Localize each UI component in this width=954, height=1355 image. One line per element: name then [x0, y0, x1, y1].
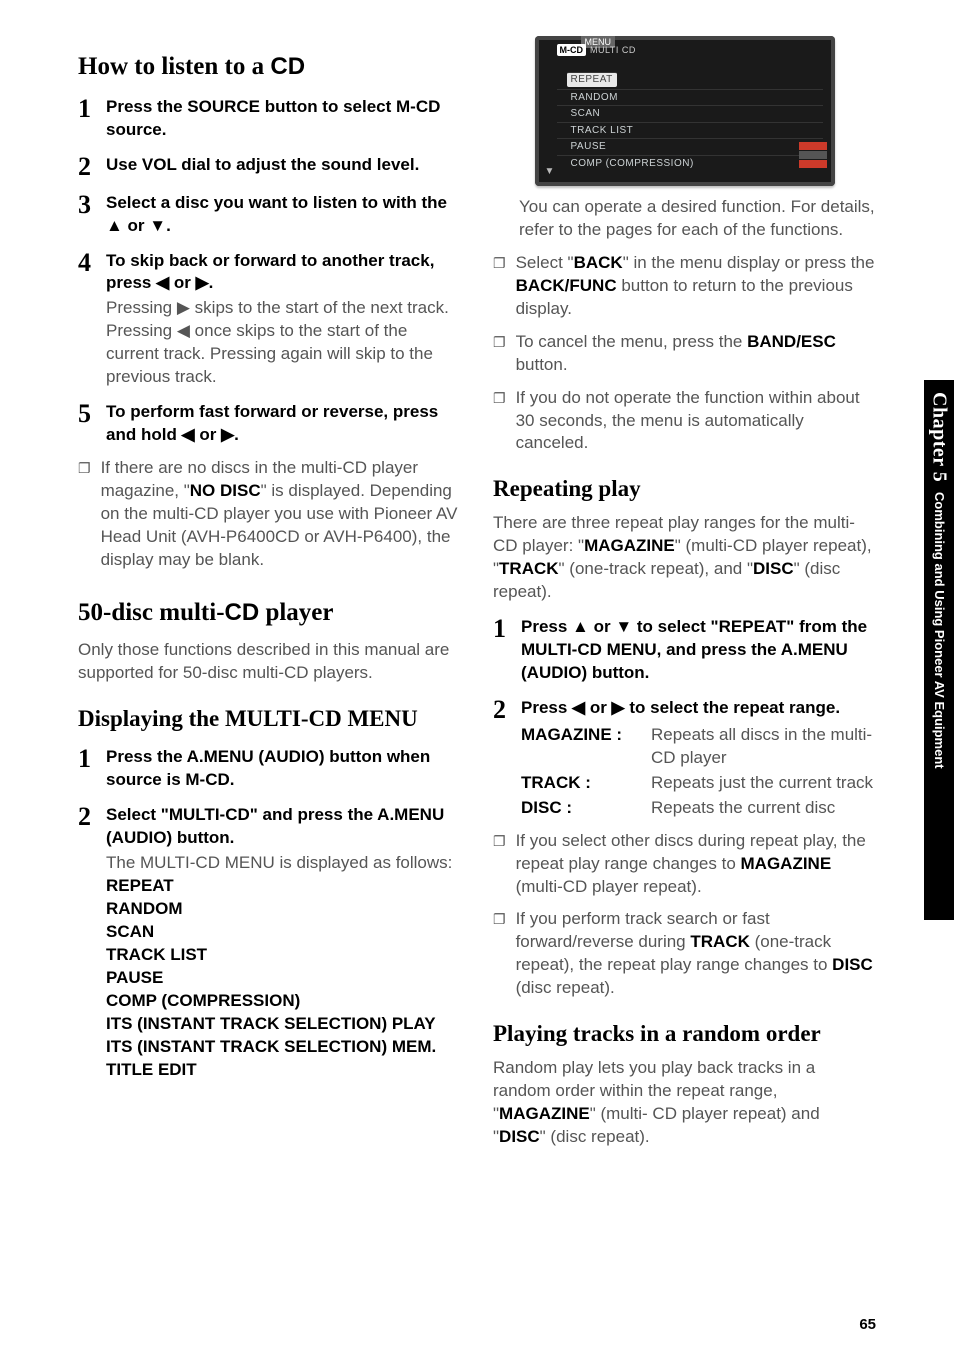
rstep-2: 2 Press ◀ or ▶ to select the repeat rang… — [493, 697, 876, 820]
ss-item: RANDOM — [557, 89, 823, 106]
step-number: 2 — [78, 154, 94, 180]
step-number: 1 — [78, 96, 94, 142]
ss-item: PAUSE — [557, 138, 823, 155]
ss-header: M-CD MULTI CD — [557, 44, 636, 56]
step-number: 1 — [493, 616, 509, 685]
ss-badge: M-CD — [557, 44, 587, 56]
note-text: If there are no discs in the multi-CD pl… — [101, 457, 461, 572]
step-text: Press ▲ or ▼ to select "REPEAT" from the… — [521, 616, 876, 685]
ss-item: REPEAT — [567, 72, 617, 87]
ss-status-icons — [799, 142, 827, 168]
menu-item: COMP (COMPRESSION) — [106, 990, 461, 1013]
heading-text: How to listen to a — [78, 53, 270, 80]
p-50-disc: Only those functions described in this m… — [78, 639, 461, 685]
step-text: To perform fast forward or reverse, pres… — [106, 401, 461, 447]
ss-item: TRACK LIST — [557, 122, 823, 139]
step-number: 4 — [78, 250, 94, 390]
note-back: ❐ Select "BACK" in the menu display or p… — [493, 252, 876, 321]
side-tab: Chapter 5 Combining and Using Pioneer AV… — [924, 380, 954, 920]
page-number: 65 — [859, 1315, 876, 1335]
def-term: TRACK : — [521, 772, 651, 795]
step-text: Press ◀ or ▶ to select the repeat range.… — [521, 697, 876, 820]
p-random: Random play lets you play back tracks in… — [493, 1057, 876, 1149]
heading-display-menu: Displaying the MULTI-CD MENU — [78, 703, 461, 734]
chapter-subtitle: Combining and Using Pioneer AV Equipment — [930, 492, 948, 769]
def-desc: Repeats just the current track — [651, 772, 876, 795]
menu-items-list: REPEAT RANDOM SCAN TRACK LIST PAUSE COMP… — [106, 875, 461, 1081]
def-term: MAGAZINE : — [521, 724, 651, 770]
left-column: How to listen to a CD 1 Press the SOURCE… — [78, 36, 461, 1157]
menu-item: RANDOM — [106, 898, 461, 921]
ss-item: SCAN — [557, 105, 823, 122]
status-icon — [799, 160, 827, 168]
step-number: 3 — [78, 192, 94, 238]
heading-50-disc: 50-disc multi-CD player — [78, 596, 461, 630]
step-number: 5 — [78, 401, 94, 447]
step-number: 2 — [493, 697, 509, 820]
status-icon — [799, 151, 827, 159]
step-3: 3 Select a disc you want to listen to wi… — [78, 192, 461, 238]
menu-item: ITS (INSTANT TRACK SELECTION) PLAY — [106, 1013, 461, 1036]
repeat-steps: 1 Press ▲ or ▼ to select "REPEAT" from t… — [493, 616, 876, 820]
def-row: MAGAZINE : Repeats all discs in the mult… — [521, 724, 876, 770]
note-timeout: ❐ If you do not operate the function wit… — [493, 387, 876, 456]
def-desc: Repeats the current disc — [651, 797, 876, 820]
def-desc: Repeats all discs in the multi-CD player — [651, 724, 876, 770]
def-term: DISC : — [521, 797, 651, 820]
ss-item: COMP (COMPRESSION) — [557, 155, 823, 172]
repeat-defs: MAGAZINE : Repeats all discs in the mult… — [521, 724, 876, 820]
step-text: Use VOL dial to adjust the sound level. — [106, 154, 461, 180]
menu-notes: ❐ Select "BACK" in the menu display or p… — [493, 252, 876, 456]
dstep-1: 1 Press the A.MENU (AUDIO) button when s… — [78, 746, 461, 792]
step-text: Press the SOURCE button to select M-CD s… — [106, 96, 461, 142]
heading-random: Playing tracks in a random order — [493, 1018, 876, 1049]
ss-subtitle: MULTI CD — [590, 44, 636, 56]
repeat-notes: ❐ If you select other discs during repea… — [493, 830, 876, 1001]
step-4: 4 To skip back or forward to another tra… — [78, 250, 461, 390]
p-operate: You can operate a desired function. For … — [493, 196, 876, 242]
step-text: To skip back or forward to another track… — [106, 250, 461, 390]
menu-item: REPEAT — [106, 875, 461, 898]
bullet-icon: ❐ — [493, 387, 506, 456]
bullet-icon: ❐ — [493, 331, 506, 377]
right-column: MENU M-CD MULTI CD REPEAT RANDOM SCAN TR… — [493, 36, 876, 1157]
note-repeat-track: ❐ If you perform track search or fast fo… — [493, 908, 876, 1000]
def-row: TRACK : Repeats just the current track — [521, 772, 876, 795]
note-cancel: ❐ To cancel the menu, press the BAND/ESC… — [493, 331, 876, 377]
menu-item: SCAN — [106, 921, 461, 944]
step-5: 5 To perform fast forward or reverse, pr… — [78, 401, 461, 447]
p-repeat: There are three repeat play ranges for t… — [493, 512, 876, 604]
menu-item: TITLE EDIT — [106, 1059, 461, 1082]
def-row: DISC : Repeats the current disc — [521, 797, 876, 820]
bullet-icon: ❐ — [493, 252, 506, 321]
bullet-icon: ❐ — [493, 830, 506, 899]
step-number: 1 — [78, 746, 94, 792]
listen-steps: 1 Press the SOURCE button to select M-CD… — [78, 96, 461, 447]
note-no-disc: ❐ If there are no discs in the multi-CD … — [78, 457, 461, 572]
note-repeat-disc: ❐ If you select other discs during repea… — [493, 830, 876, 899]
step-number: 2 — [78, 804, 94, 1081]
listen-notes: ❐ If there are no discs in the multi-CD … — [78, 457, 461, 572]
bullet-icon: ❐ — [493, 908, 506, 1000]
heading-repeating: Repeating play — [493, 473, 876, 504]
menu-item: PAUSE — [106, 967, 461, 990]
menu-screenshot: MENU M-CD MULTI CD REPEAT RANDOM SCAN TR… — [535, 36, 835, 186]
heading-cd: CD — [270, 53, 305, 80]
ss-menu-list: REPEAT RANDOM SCAN TRACK LIST PAUSE COMP… — [557, 66, 823, 171]
status-icon — [799, 142, 827, 150]
down-arrow-icon: ▼ — [545, 165, 555, 179]
rstep-1: 1 Press ▲ or ▼ to select "REPEAT" from t… — [493, 616, 876, 685]
step-1: 1 Press the SOURCE button to select M-CD… — [78, 96, 461, 142]
menu-item: ITS (INSTANT TRACK SELECTION) MEM. — [106, 1036, 461, 1059]
step-text: Press the A.MENU (AUDIO) button when sou… — [106, 746, 461, 792]
chapter-label: Chapter 5 — [926, 392, 953, 482]
step-text: Select a disc you want to listen to with… — [106, 192, 461, 238]
menu-item: TRACK LIST — [106, 944, 461, 967]
heading-how-to-listen: How to listen to a CD — [78, 50, 461, 84]
step-2: 2 Use VOL dial to adjust the sound level… — [78, 154, 461, 180]
step-text: Select "MULTI-CD" and press the A.MENU (… — [106, 804, 461, 1081]
dstep-2: 2 Select "MULTI-CD" and press the A.MENU… — [78, 804, 461, 1081]
bullet-icon: ❐ — [78, 457, 91, 572]
display-steps: 1 Press the A.MENU (AUDIO) button when s… — [78, 746, 461, 1081]
